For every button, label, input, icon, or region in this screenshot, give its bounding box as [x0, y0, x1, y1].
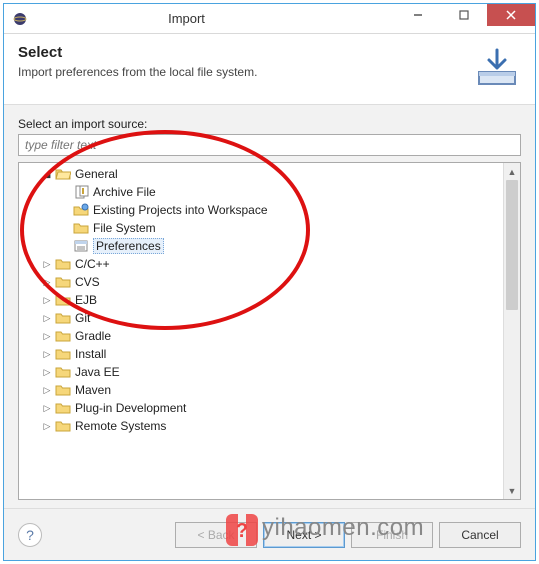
source-label: Select an import source:	[18, 117, 521, 131]
help-icon: ?	[26, 527, 34, 543]
import-banner-icon	[473, 44, 521, 92]
tree-node-ejb[interactable]: ▷ EJB	[19, 291, 503, 309]
expand-toggle-icon[interactable]: ◢	[41, 169, 53, 180]
wizard-body: Select an import source: ◢ General Archi…	[4, 105, 535, 508]
window-title: Import	[28, 11, 395, 26]
tree-label: Existing Projects into Workspace	[93, 203, 268, 217]
expand-toggle-icon[interactable]: ▷	[41, 403, 53, 414]
folder-icon	[55, 328, 71, 344]
finish-button[interactable]: Finish	[351, 522, 433, 548]
archive-file-icon	[73, 184, 89, 200]
tree-label: Install	[75, 347, 106, 361]
tree-node-general[interactable]: ◢ General	[19, 165, 503, 183]
titlebar[interactable]: Import	[4, 4, 535, 34]
folder-icon	[73, 220, 89, 236]
page-title: Select	[18, 44, 465, 61]
expand-toggle-icon[interactable]: ▷	[41, 367, 53, 378]
tree-label: Plug-in Development	[75, 401, 186, 415]
wizard-header: Select Import preferences from the local…	[4, 34, 535, 105]
expand-toggle-icon[interactable]: ▷	[41, 331, 53, 342]
tree-label: File System	[93, 221, 156, 235]
expand-toggle-icon[interactable]: ▷	[41, 259, 53, 270]
expand-toggle-icon[interactable]: ▷	[41, 313, 53, 324]
page-description: Import preferences from the local file s…	[18, 65, 465, 79]
tree-node-existing-projects[interactable]: Existing Projects into Workspace	[19, 201, 503, 219]
tree-node-cvs[interactable]: ▷ CVS	[19, 273, 503, 291]
tree-node-preferences[interactable]: Preferences	[19, 237, 503, 255]
tree-label: CVS	[75, 275, 100, 289]
tree-label: Remote Systems	[75, 419, 166, 433]
cancel-button[interactable]: Cancel	[439, 522, 521, 548]
tree-node-archive-file[interactable]: Archive File	[19, 183, 503, 201]
next-button[interactable]: Next >	[263, 522, 345, 548]
expand-toggle-icon[interactable]: ▷	[41, 295, 53, 306]
folder-icon	[55, 292, 71, 308]
folder-icon	[55, 418, 71, 434]
tree-label: C/C++	[75, 257, 110, 271]
tree-label: EJB	[75, 293, 97, 307]
tree-label: Archive File	[93, 185, 156, 199]
help-button[interactable]: ?	[18, 523, 42, 547]
expand-toggle-icon[interactable]: ▷	[41, 349, 53, 360]
tree-node-plugin-dev[interactable]: ▷ Plug-in Development	[19, 399, 503, 417]
folder-icon	[55, 364, 71, 380]
tree-node-maven[interactable]: ▷ Maven	[19, 381, 503, 399]
folder-icon	[55, 400, 71, 416]
tree-node-file-system[interactable]: File System	[19, 219, 503, 237]
tree-node-javaee[interactable]: ▷ Java EE	[19, 363, 503, 381]
tree-node-cpp[interactable]: ▷ C/C++	[19, 255, 503, 273]
filter-input[interactable]	[18, 134, 521, 156]
import-dialog: Import Select Import preferences from th…	[3, 3, 536, 561]
scroll-down-icon[interactable]: ▼	[504, 482, 520, 499]
tree-label: Preferences	[93, 238, 164, 254]
expand-toggle-icon[interactable]: ▷	[41, 385, 53, 396]
eclipse-icon	[12, 11, 28, 27]
tree-node-remote-systems[interactable]: ▷ Remote Systems	[19, 417, 503, 435]
scroll-up-icon[interactable]: ▲	[504, 163, 520, 180]
folder-icon	[55, 382, 71, 398]
maximize-button[interactable]	[441, 4, 487, 26]
folder-icon	[55, 256, 71, 272]
source-tree-container: ◢ General Archive File Existing Projects…	[18, 162, 521, 500]
window-controls	[395, 4, 535, 33]
tree-node-install[interactable]: ▷ Install	[19, 345, 503, 363]
folder-icon	[55, 346, 71, 362]
scroll-thumb[interactable]	[506, 180, 518, 310]
preferences-icon	[73, 238, 89, 254]
tree-label: General	[75, 167, 118, 181]
expand-toggle-icon[interactable]: ▷	[41, 277, 53, 288]
tree-label: Gradle	[75, 329, 111, 343]
close-button[interactable]	[487, 4, 535, 26]
project-icon	[73, 202, 89, 218]
tree-node-gradle[interactable]: ▷ Gradle	[19, 327, 503, 345]
tree-label: Git	[75, 311, 90, 325]
folder-icon	[55, 310, 71, 326]
vertical-scrollbar[interactable]: ▲ ▼	[503, 163, 520, 499]
minimize-button[interactable]	[395, 4, 441, 26]
wizard-footer: ? < Back Next > Finish Cancel	[4, 508, 535, 560]
tree-label: Java EE	[75, 365, 120, 379]
expand-toggle-icon[interactable]: ▷	[41, 421, 53, 432]
tree-node-git[interactable]: ▷ Git	[19, 309, 503, 327]
back-button[interactable]: < Back	[175, 522, 257, 548]
tree-label: Maven	[75, 383, 111, 397]
source-tree[interactable]: ◢ General Archive File Existing Projects…	[19, 163, 503, 499]
open-folder-icon	[55, 166, 71, 182]
folder-icon	[55, 274, 71, 290]
